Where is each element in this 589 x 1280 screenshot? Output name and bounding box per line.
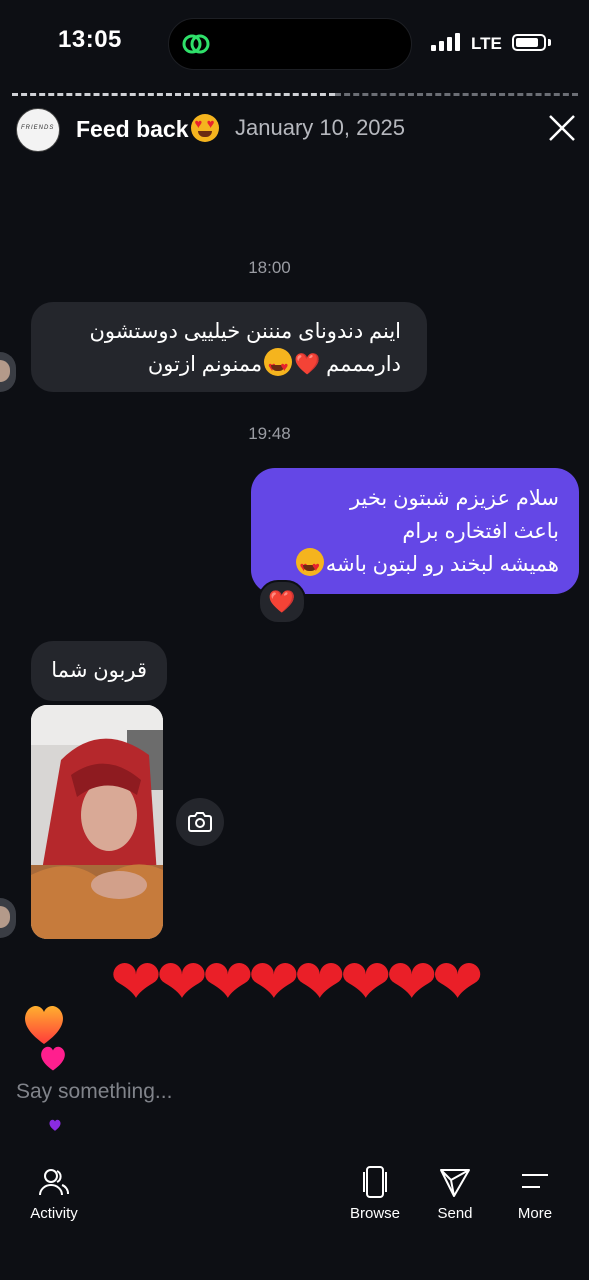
message-line: باعث افتخاره برام	[402, 520, 559, 543]
outgoing-message[interactable]: سلام عزیزم شبتون بخیر باعث افتخاره برام …	[251, 468, 579, 594]
heart-eyes-emoji-icon	[295, 548, 324, 583]
message-line: سلام عزیزم شبتون بخیر	[349, 487, 559, 510]
floating-heart-icon	[25, 1005, 63, 1044]
timestamp: 18:00	[248, 258, 291, 277]
message-line: همیشه لبخند رو لبتون باشه	[267, 548, 559, 583]
avatar-label: FRIENDS	[21, 125, 55, 131]
progress-viewed	[12, 93, 335, 99]
signal-icon	[431, 33, 463, 51]
menu-icon	[522, 1174, 548, 1188]
hearts-row: ❤❤❤❤❤❤❤❤	[110, 948, 484, 1017]
camera-icon	[188, 812, 212, 832]
message-line: دارمممم ❤️ممنونم ازتون	[49, 348, 401, 383]
camera-button[interactable]	[176, 798, 224, 846]
nav-more[interactable]: More	[512, 1165, 558, 1222]
message-line: اینم دندونای منننن خیلییی دوستشون	[89, 320, 402, 343]
battery-nub	[548, 39, 551, 46]
shared-photo[interactable]	[31, 705, 163, 939]
sender-avatar[interactable]	[0, 898, 16, 938]
message-reaction[interactable]: ❤️	[258, 580, 306, 624]
story-progress	[12, 93, 578, 96]
status-time: 13:05	[58, 26, 122, 53]
post-date: January 10, 2025	[235, 115, 406, 140]
sender-avatar[interactable]	[0, 352, 16, 392]
network-label: LTE	[471, 34, 502, 53]
message-input[interactable]	[16, 1080, 416, 1104]
timestamp: 19:48	[248, 424, 291, 443]
nav-label: More	[517, 1205, 553, 1222]
nav-label: Browse	[349, 1205, 401, 1222]
profile-avatar[interactable]: FRIENDS	[16, 108, 60, 152]
photo-image	[31, 705, 163, 939]
incoming-message[interactable]: قربون شما	[31, 641, 167, 701]
nav-label: Send	[437, 1205, 473, 1222]
nav-label: Activity	[30, 1205, 78, 1222]
dynamic-island	[168, 18, 412, 70]
incoming-message[interactable]: اینم دندونای منننن خیلییی دوستشون دارممم…	[31, 302, 427, 392]
title-text: Feed back	[76, 116, 189, 142]
floating-heart-icon	[49, 1119, 61, 1131]
send-icon	[440, 1169, 470, 1197]
floating-heart-icon	[41, 1046, 65, 1071]
nav-activity[interactable]: Activity	[24, 1165, 84, 1222]
nav-browse[interactable]: Browse	[344, 1165, 406, 1222]
nav-send[interactable]: Send	[430, 1165, 480, 1222]
page-title: Feed back	[76, 114, 221, 143]
message-line: قربون شما	[51, 659, 147, 682]
people-icon	[39, 1169, 69, 1196]
heart-eyes-emoji-icon	[264, 348, 293, 383]
battery-icon	[512, 34, 546, 51]
linked-rings-icon	[182, 34, 210, 54]
progress-remaining	[335, 93, 578, 99]
heart-eyes-emoji-icon	[190, 114, 219, 142]
cards-icon	[363, 1166, 387, 1198]
close-icon[interactable]	[546, 112, 578, 144]
